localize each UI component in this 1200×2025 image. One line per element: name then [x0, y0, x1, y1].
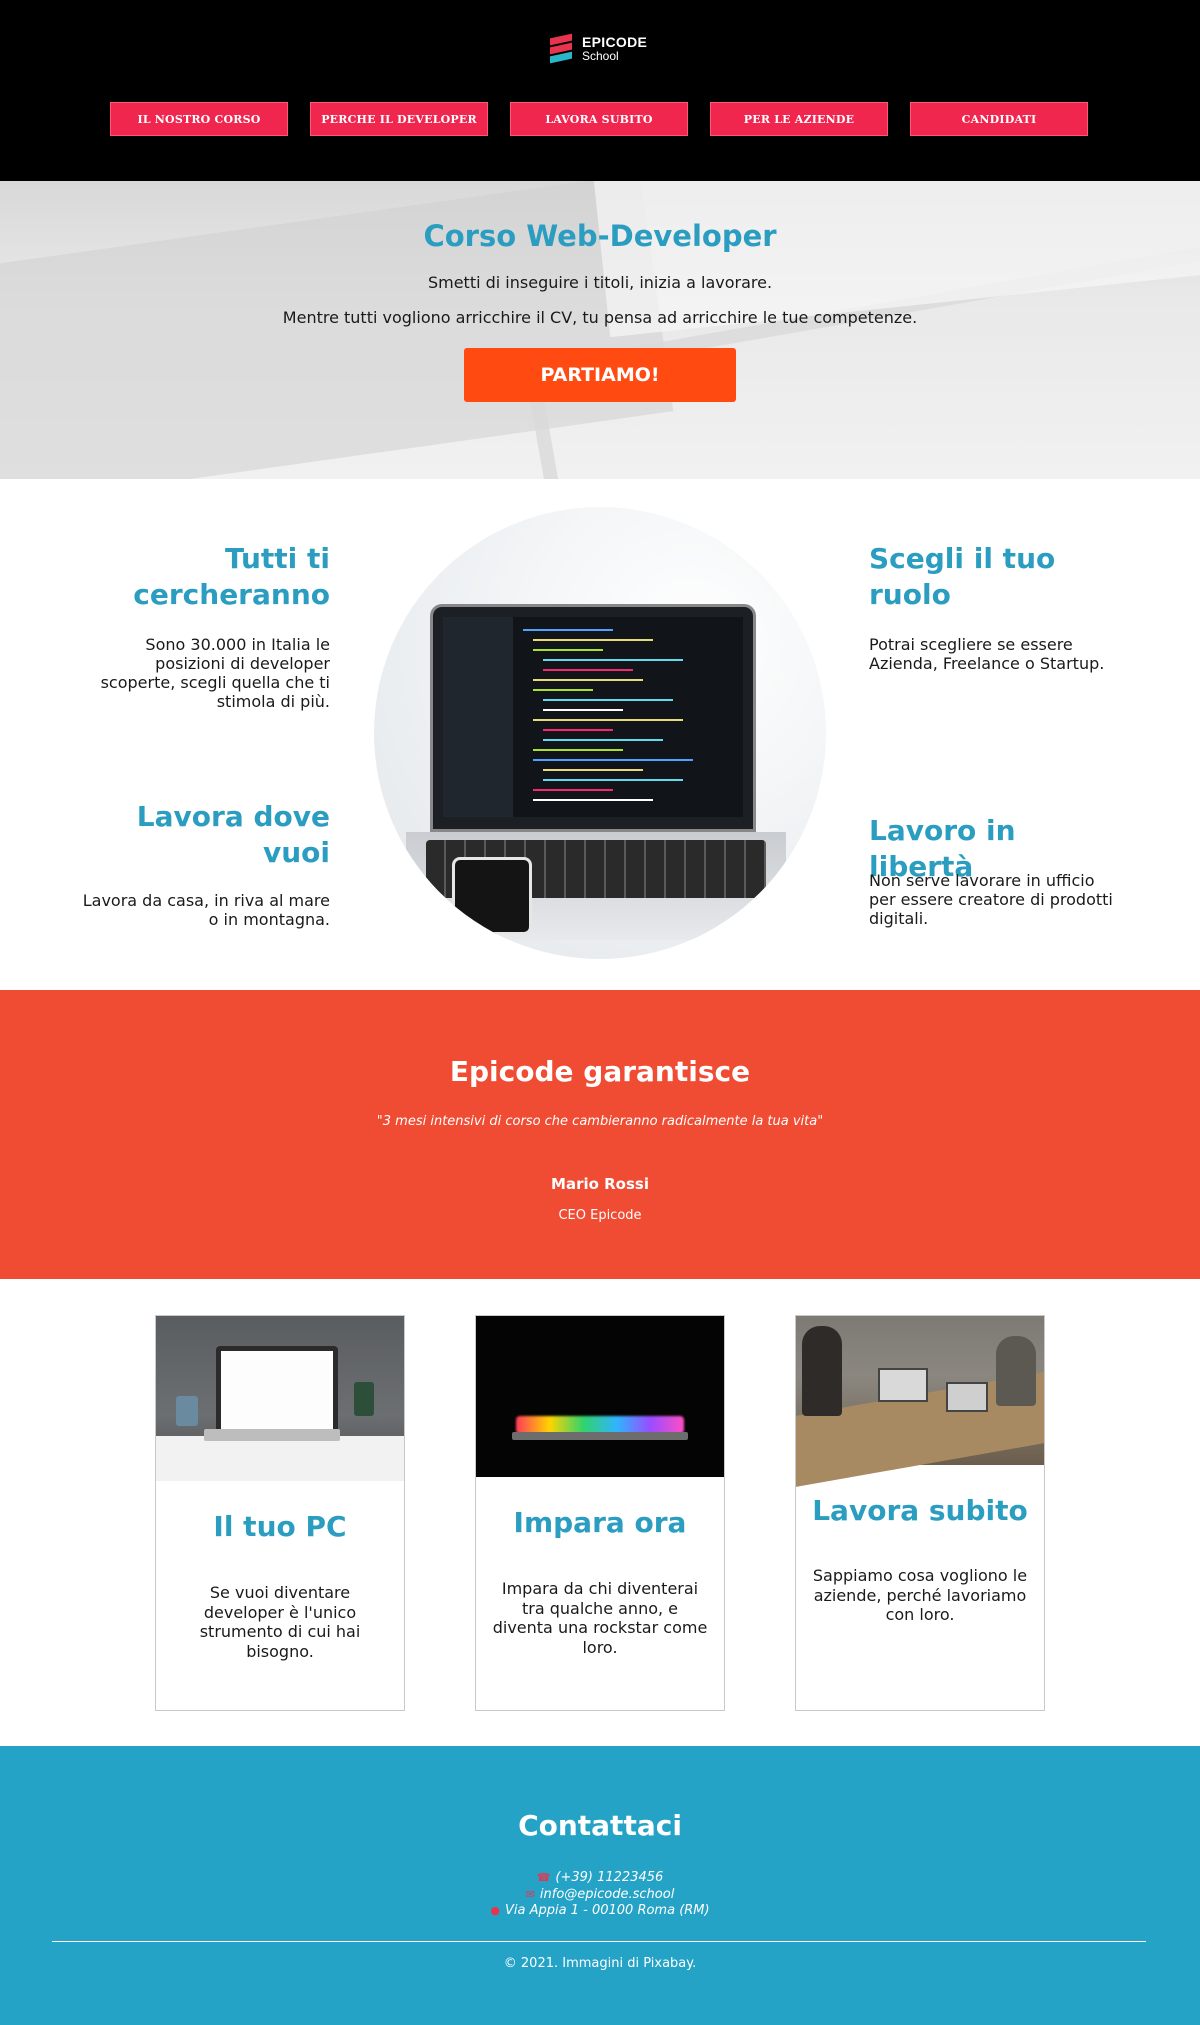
card-title: Lavora subito: [812, 1494, 1028, 1527]
phone-icon: ☎: [536, 1871, 551, 1884]
contact-title: Contattaci: [518, 1809, 682, 1842]
card-impara-ora: Impara ora Impara da chi diventerai tra …: [475, 1315, 725, 1711]
card-text: Se vuoi diventare developer è l'unico st…: [199, 1583, 361, 1661]
feature-text-lavoro-in-liberta: Non serve lavorare in ufficio per essere…: [869, 871, 1113, 928]
testimonial-name: Mario Rossi: [551, 1175, 649, 1193]
site-header: EPICODE School IL NOSTRO CORSO PERCHE IL…: [0, 0, 1200, 181]
cards-section: Il tuo PC Se vuoi diventare developer è …: [0, 1279, 1200, 1746]
card-text: Impara da chi diventerai tra qualche ann…: [492, 1579, 708, 1657]
contact-phone[interactable]: ☎ (+39) 11223456: [0, 1870, 1200, 1885]
feature-text-scegli-il-tuo-ruolo: Potrai scegliere se essere Azienda, Free…: [869, 635, 1105, 673]
laptop-screen: [430, 604, 756, 832]
logo-subtitle: School: [582, 49, 619, 64]
smartphone: [452, 857, 532, 935]
nav-perche-il-developer[interactable]: PERCHE IL DEVELOPER: [310, 102, 488, 136]
hero-description: Mentre tutti vogliono arricchire il CV, …: [282, 308, 918, 327]
team-meeting-image: [796, 1316, 1044, 1487]
logo[interactable]: EPICODE School: [550, 32, 647, 66]
partiamo-button[interactable]: PARTIAMO!: [464, 348, 736, 402]
rgb-keyboard-image: [476, 1316, 724, 1477]
contact-address-text: Via Appia 1 - 00100 Roma (RM): [505, 1903, 710, 1918]
guarantee-title: Epicode garantisce: [449, 1055, 751, 1088]
logo-title: EPICODE: [582, 34, 648, 51]
logo-mark-icon: [550, 33, 574, 64]
envelope-icon: ✉: [525, 1888, 535, 1901]
footer-divider: [52, 1941, 1146, 1942]
card-title: Impara ora: [513, 1506, 687, 1539]
card-text: Sappiamo cosa vogliono le aziende, perch…: [812, 1566, 1028, 1624]
feature-title-tutti-ti-cercheranno: Tutti ti cercheranno: [133, 542, 330, 611]
guarantee-section: Epicode garantisce "3 mesi intensivi di …: [0, 990, 1200, 1279]
map-marker-icon: ●: [490, 1904, 501, 1917]
nav-candidati[interactable]: CANDIDATI: [910, 102, 1088, 136]
hero-title: Corso Web-Developer: [423, 219, 777, 253]
copyright-text: © 2021. Immagini di Pixabay.: [503, 1956, 697, 1971]
contact-section: Contattaci ☎ (+39) 11223456 ✉ info@epico…: [0, 1746, 1200, 2025]
feature-text-lavora-dove-vuoi: Lavora da casa, in riva al mare o in mon…: [82, 891, 330, 929]
card-title: Il tuo PC: [213, 1510, 347, 1543]
contact-phone-text: (+39) 11223456: [555, 1870, 664, 1885]
nav-lavora-subito[interactable]: LAVORA SUBITO: [510, 102, 688, 136]
testimonial-role: CEO Epicode: [558, 1208, 642, 1223]
contact-email-text: info@epicode.school: [539, 1887, 675, 1902]
hero-section: Corso Web-Developer Smetti di inseguire …: [0, 181, 1200, 479]
guarantee-quote: "3 mesi intensivi di corso che cambieran…: [376, 1114, 824, 1129]
feature-text-tutti-ti-cercheranno: Sono 30.000 in Italia le posizioni di de…: [100, 635, 330, 711]
laptop-circle-image: [374, 507, 826, 959]
logo-text: EPICODE School: [582, 35, 647, 62]
card-lavora-subito: Lavora subito Sappiamo cosa vogliono le …: [795, 1315, 1045, 1711]
nav-per-le-aziende[interactable]: PER LE AZIENDE: [710, 102, 888, 136]
contact-address[interactable]: ● Via Appia 1 - 00100 Roma (RM): [0, 1903, 1200, 1918]
contact-email[interactable]: ✉ info@epicode.school: [0, 1887, 1200, 1902]
card-il-tuo-pc: Il tuo PC Se vuoi diventare developer è …: [155, 1315, 405, 1711]
features-section: Tutti ti cercheranno Sono 30.000 in Ital…: [0, 479, 1200, 990]
feature-title-scegli-il-tuo-ruolo: Scegli il tuo ruolo: [869, 542, 1056, 611]
hero-tagline: Smetti di inseguire i titoli, inizia a l…: [427, 273, 773, 292]
feature-title-lavora-dove-vuoi: Lavora dove vuoi: [136, 800, 330, 869]
main-nav: IL NOSTRO CORSO PERCHE IL DEVELOPER LAVO…: [110, 102, 1090, 138]
desk-laptop-image: [156, 1316, 404, 1481]
nav-il-nostro-corso[interactable]: IL NOSTRO CORSO: [110, 102, 288, 136]
